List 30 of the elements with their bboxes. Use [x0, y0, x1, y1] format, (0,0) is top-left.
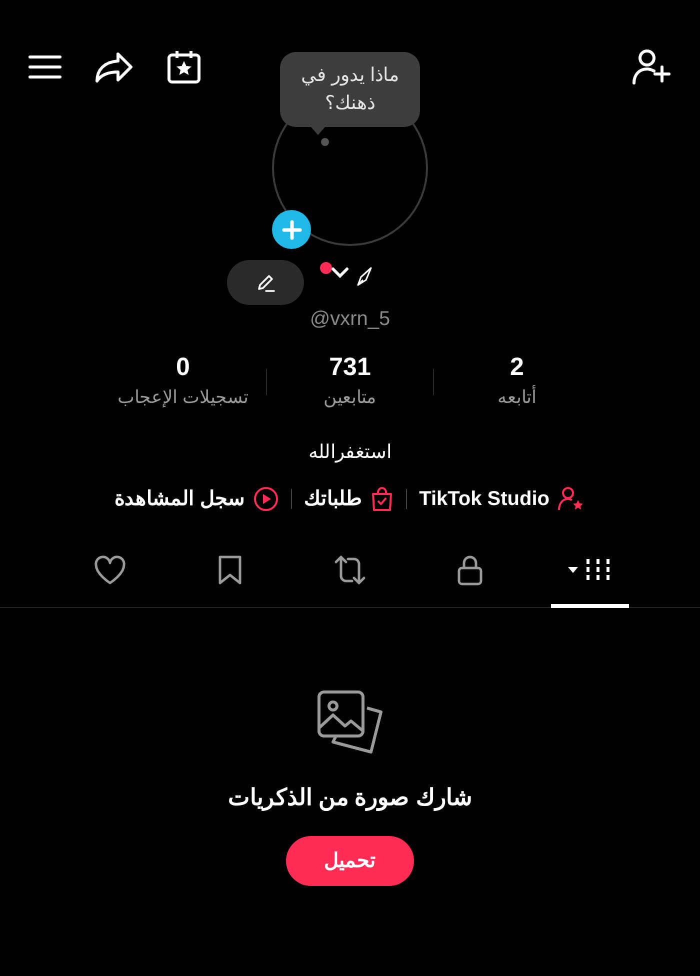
calendar-star-icon[interactable] — [166, 49, 202, 85]
stat-label: متابعين — [324, 386, 376, 410]
profile-link[interactable]: TikTok Studio — [419, 484, 586, 514]
stat-value: 2 — [510, 352, 524, 382]
profile-link[interactable]: طلباتك — [304, 484, 394, 514]
empty-state-title: شارك صورة من الذكريات — [228, 782, 472, 813]
upload-button[interactable]: تحميل — [286, 836, 414, 886]
stat-value: 731 — [329, 352, 371, 382]
chevron-down-icon[interactable] — [331, 267, 349, 279]
bookmark-icon — [217, 554, 243, 586]
tooltip-pointer-icon — [311, 127, 325, 135]
person-star-icon — [557, 486, 586, 512]
note-text: ماذا يدور في ذهنك؟ — [300, 64, 400, 116]
profile-link[interactable]: سجل المشاهدة — [114, 484, 280, 514]
stat-label: أتابعه — [498, 384, 536, 409]
plus-icon — [282, 220, 302, 240]
heart-icon — [93, 554, 127, 584]
username: @vxrn_5 — [310, 307, 390, 332]
play-circle-icon — [253, 486, 280, 512]
stat-label: تسجيلات الإعجاب — [118, 386, 249, 410]
repost-icon — [332, 554, 368, 586]
shopping-bag-icon — [370, 486, 394, 512]
stat-value: 0 — [176, 352, 190, 382]
share-icon[interactable] — [94, 51, 134, 83]
add-button[interactable] — [272, 210, 311, 249]
lock-icon — [456, 554, 484, 586]
add-user-icon[interactable] — [632, 49, 672, 85]
bio-text: استغفرالله — [308, 441, 392, 465]
edit-button[interactable] — [227, 260, 304, 305]
menu-icon[interactable] — [28, 54, 62, 80]
